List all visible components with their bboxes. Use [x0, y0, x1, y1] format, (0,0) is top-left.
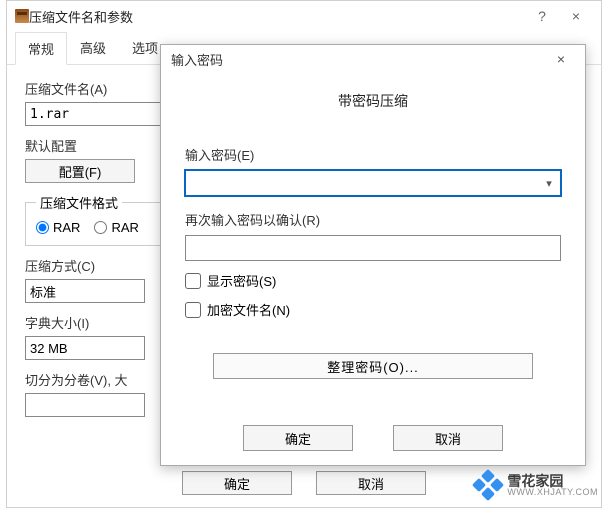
- chevron-down-icon[interactable]: ▾: [538, 177, 560, 190]
- window-title: 压缩文件名和参数: [29, 7, 525, 26]
- confirm-label: 再次输入密码以确认(R): [185, 210, 561, 229]
- parent-cancel-button[interactable]: 取消: [316, 471, 426, 495]
- help-button[interactable]: ?: [525, 1, 559, 31]
- organize-passwords-button[interactable]: 整理密码(O)...: [213, 353, 533, 379]
- profiles-button[interactable]: 配置(F): [25, 159, 135, 183]
- parent-ok-button[interactable]: 确定: [182, 471, 292, 495]
- format-legend: 压缩文件格式: [36, 193, 122, 212]
- confirm-input[interactable]: [185, 235, 561, 261]
- split-combo[interactable]: [25, 393, 145, 417]
- close-button[interactable]: ×: [559, 1, 593, 31]
- encrypt-names-label: 加密文件名(N): [207, 300, 290, 319]
- password-dialog: 输入密码 × 带密码压缩 输入密码(E) ▾ 再次输入密码以确认(R) 显示密码…: [160, 44, 586, 466]
- modal-title: 输入密码: [171, 50, 547, 69]
- show-password-checkbox[interactable]: [185, 273, 201, 289]
- rar-icon: [15, 9, 29, 23]
- format-rar5-radio[interactable]: RAR: [94, 220, 138, 235]
- modal-close-button[interactable]: ×: [547, 51, 575, 67]
- modal-titlebar[interactable]: 输入密码 ×: [161, 45, 585, 73]
- modal-ok-button[interactable]: 确定: [243, 425, 353, 451]
- show-password-row[interactable]: 显示密码(S): [185, 271, 561, 290]
- modal-footer: 确定 取消: [161, 425, 585, 451]
- modal-heading: 带密码压缩: [161, 73, 585, 117]
- watermark-url: WWW.XHJATY.COM: [507, 488, 598, 497]
- password-input[interactable]: [186, 171, 538, 195]
- password-label: 输入密码(E): [185, 145, 561, 164]
- tab-general[interactable]: 常规: [15, 32, 67, 65]
- modal-body: 输入密码(E) ▾ 再次输入密码以确认(R) 显示密码(S) 加密文件名(N) …: [161, 117, 585, 393]
- dict-combo[interactable]: [25, 336, 145, 360]
- radio-rar5[interactable]: [94, 221, 107, 234]
- encrypt-names-checkbox[interactable]: [185, 302, 201, 318]
- password-combo[interactable]: ▾: [185, 170, 561, 196]
- radio-rar[interactable]: [36, 221, 49, 234]
- titlebar[interactable]: 压缩文件名和参数 ? ×: [7, 1, 601, 31]
- show-password-label: 显示密码(S): [207, 271, 276, 290]
- encrypt-names-row[interactable]: 加密文件名(N): [185, 300, 561, 319]
- format-rar-radio[interactable]: RAR: [36, 220, 80, 235]
- watermark: 雪花家园 WWW.XHJATY.COM: [475, 472, 598, 498]
- watermark-name: 雪花家园: [507, 474, 598, 488]
- modal-cancel-button[interactable]: 取消: [393, 425, 503, 451]
- method-combo[interactable]: [25, 279, 145, 303]
- tab-advanced[interactable]: 高级: [67, 31, 119, 64]
- snowflake-icon: [475, 472, 501, 498]
